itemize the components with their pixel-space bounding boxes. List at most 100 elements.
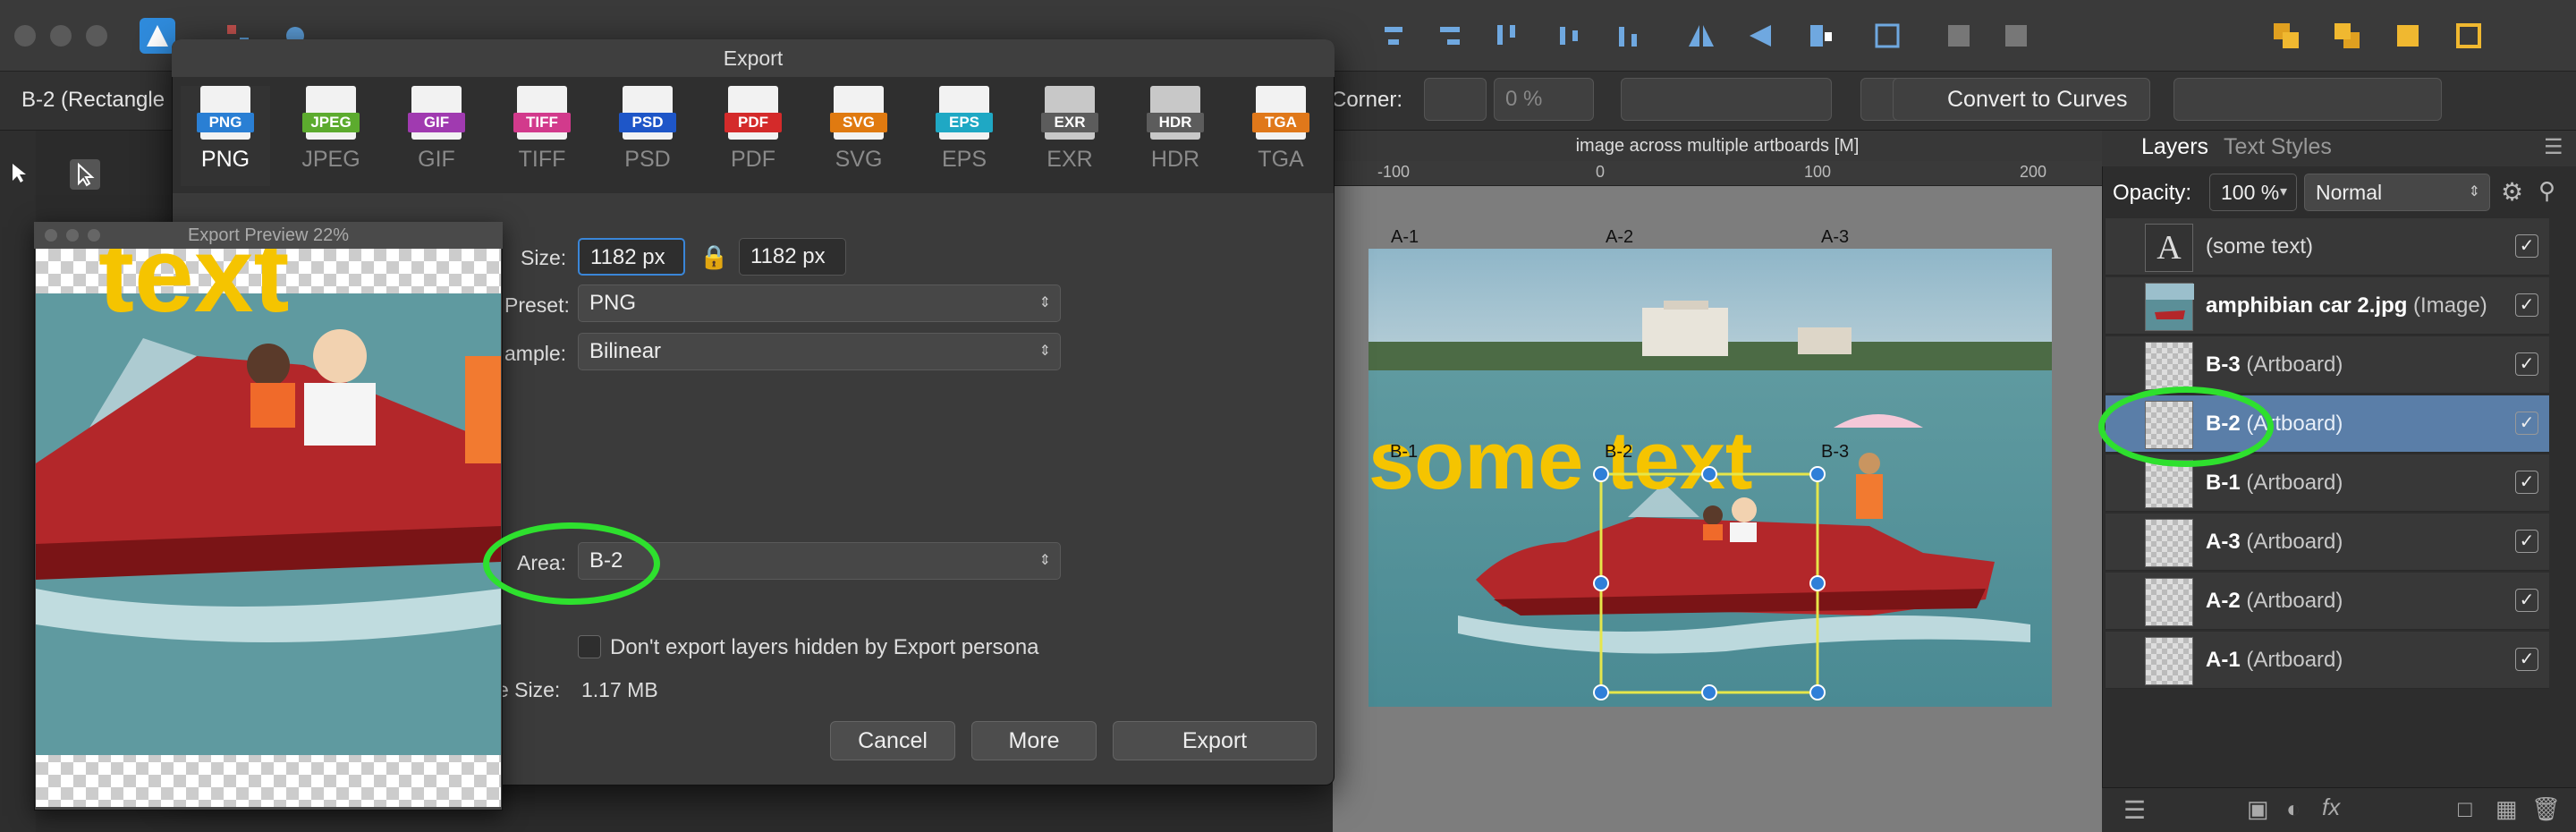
gear-icon[interactable]: ⚙ (2501, 177, 2523, 207)
visibility-checkbox[interactable]: ✓ (2515, 471, 2538, 494)
flip-horizontal-icon[interactable] (1683, 18, 1719, 54)
hdr-file-icon: HDR (1147, 86, 1204, 140)
arrange-back-icon[interactable] (1869, 18, 1905, 54)
export-button[interactable]: Export (1113, 721, 1317, 760)
order-top-icon[interactable] (2390, 18, 2426, 54)
resample-select[interactable]: Bilinear ⇕ (578, 333, 1061, 370)
align-right-icon[interactable] (1431, 18, 1467, 54)
tga-file-icon: TGA (1252, 86, 1309, 140)
minimize-window-button[interactable] (50, 25, 72, 47)
visibility-checkbox[interactable]: ✓ (2515, 412, 2538, 435)
tab-layers[interactable]: Layers (2141, 134, 2208, 160)
selection-label: B-2 (Rectangle (21, 88, 165, 112)
lock-icon[interactable]: ⚲ (2538, 177, 2555, 205)
opacity-field[interactable]: 100 % ▾ (2209, 174, 2297, 211)
format-png[interactable]: PNG PNG (181, 86, 270, 186)
format-exr[interactable]: EXR EXR (1025, 86, 1114, 186)
layer-row[interactable]: amphibian car 2.jpg (Image) ✓ (2106, 277, 2549, 335)
adjustment-icon[interactable]: ◐ (2286, 795, 2301, 823)
move-tool-icon[interactable] (7, 161, 30, 184)
visibility-checkbox[interactable]: ✓ (2515, 589, 2538, 612)
layer-row[interactable]: A-2 (Artboard) ✓ (2106, 573, 2549, 630)
resample-value: Bilinear (589, 339, 662, 363)
align-bottom-icon[interactable] (1610, 18, 1646, 54)
preview-close-button[interactable] (45, 229, 57, 242)
group-icon[interactable]: ▦ (2496, 795, 2518, 823)
corner-type-dropdown[interactable] (1424, 78, 1487, 121)
panel-menu-icon[interactable]: ☰ (2544, 134, 2563, 160)
preset-select[interactable]: PNG ⇕ (578, 284, 1061, 322)
photo-text: some text (1368, 415, 1753, 506)
close-window-button[interactable] (14, 25, 36, 47)
layer-row[interactable]: A (some text) ✓ (2106, 218, 2549, 276)
photo-image[interactable]: some text B-1 B-2 B-3 (1368, 249, 2052, 707)
align-middle-icon[interactable] (1551, 18, 1587, 54)
layer-name: amphibian car 2.jpg (Image) (2206, 293, 2487, 318)
snapping-controls[interactable] (1621, 78, 1832, 121)
width-field[interactable]: 1182 px (578, 238, 685, 276)
add-layer-icon[interactable]: □ (2458, 795, 2472, 823)
layers-stack-icon[interactable]: ☰ (2123, 795, 2146, 825)
boolean-subtract-icon[interactable] (1998, 18, 2034, 54)
format-pdf[interactable]: PDF PDF (708, 86, 798, 186)
format-hdr[interactable]: HDR HDR (1131, 86, 1220, 186)
alignment-controls[interactable] (2174, 78, 2442, 121)
format-gif[interactable]: GIF GIF (392, 86, 481, 186)
highlight-ring-area (483, 522, 660, 605)
artboard-thumbnail (2145, 637, 2193, 685)
align-top-icon[interactable] (1488, 18, 1524, 54)
file-size-label: e Size: (497, 678, 561, 701)
blend-mode-select[interactable]: Normal ⇕ (2304, 174, 2490, 211)
height-field[interactable]: 1182 px (739, 238, 846, 276)
visibility-checkbox[interactable]: ✓ (2515, 648, 2538, 671)
cancel-button[interactable]: Cancel (830, 721, 955, 760)
order-forward-icon[interactable] (2268, 18, 2304, 54)
tools-panel (0, 131, 36, 832)
visibility-checkbox[interactable]: ✓ (2515, 293, 2538, 317)
blend-mode-value: Normal (2316, 181, 2383, 204)
order-bottom-icon[interactable] (2451, 18, 2487, 54)
preset-label: Preset: (504, 293, 570, 317)
png-file-icon: PNG (197, 86, 254, 140)
artboard-label: A-3 (1821, 227, 1850, 247)
boolean-add-icon[interactable] (1941, 18, 1977, 54)
order-back-icon[interactable] (2329, 18, 2365, 54)
mask-icon[interactable]: ▣ (2247, 795, 2269, 823)
tiff-file-icon: TIFF (513, 86, 571, 140)
preview-minimize-button[interactable] (66, 229, 79, 242)
format-jpeg[interactable]: JPEG JPEG (286, 86, 376, 186)
gif-file-icon: GIF (408, 86, 465, 140)
layer-row[interactable]: A-3 (Artboard) ✓ (2106, 514, 2549, 571)
node-tool-icon[interactable] (70, 159, 100, 190)
convert-to-curves-button[interactable]: Convert to Curves (1893, 78, 2150, 121)
svg-file-icon: SVG (830, 86, 887, 140)
layer-name: (some text) (2206, 234, 2314, 259)
flip-vertical-icon[interactable] (1742, 18, 1778, 54)
preview-zoom-button[interactable] (88, 229, 100, 242)
trash-icon[interactable]: 🗑 (2531, 795, 2561, 823)
visibility-checkbox[interactable]: ✓ (2515, 234, 2538, 258)
ruler-tick: 0 (1596, 163, 1606, 181)
artboard-label: B-2 (1605, 442, 1633, 462)
format-tiff[interactable]: TIFF TIFF (497, 86, 587, 186)
layer-row[interactable]: B-3 (Artboard) ✓ (2106, 336, 2549, 394)
app-persona-icon[interactable] (140, 18, 175, 54)
document-title: image across multiple artboards [M] (1333, 131, 2102, 161)
fx-icon[interactable]: fx (2322, 794, 2340, 821)
format-svg[interactable]: SVG SVG (814, 86, 903, 186)
format-psd[interactable]: PSD PSD (603, 86, 692, 186)
corner-value-field[interactable]: 0 % (1494, 78, 1594, 121)
arrange-icon[interactable] (1803, 18, 1839, 54)
visibility-checkbox[interactable]: ✓ (2515, 352, 2538, 376)
format-eps[interactable]: EPS EPS (919, 86, 1009, 186)
format-tga[interactable]: TGA TGA (1236, 86, 1326, 186)
layer-row[interactable]: A-1 (Artboard) ✓ (2106, 632, 2549, 689)
visibility-checkbox[interactable]: ✓ (2515, 530, 2538, 553)
tab-text-styles[interactable]: Text Styles (2224, 134, 2332, 160)
zoom-window-button[interactable] (86, 25, 107, 47)
layer-name: B-1 (Artboard) (2206, 471, 2343, 495)
align-center-icon[interactable] (1376, 18, 1411, 54)
lock-ratio-icon[interactable]: 🔒 (699, 243, 728, 271)
more-button[interactable]: More (971, 721, 1097, 760)
hidden-layers-checkbox[interactable] (578, 635, 601, 658)
